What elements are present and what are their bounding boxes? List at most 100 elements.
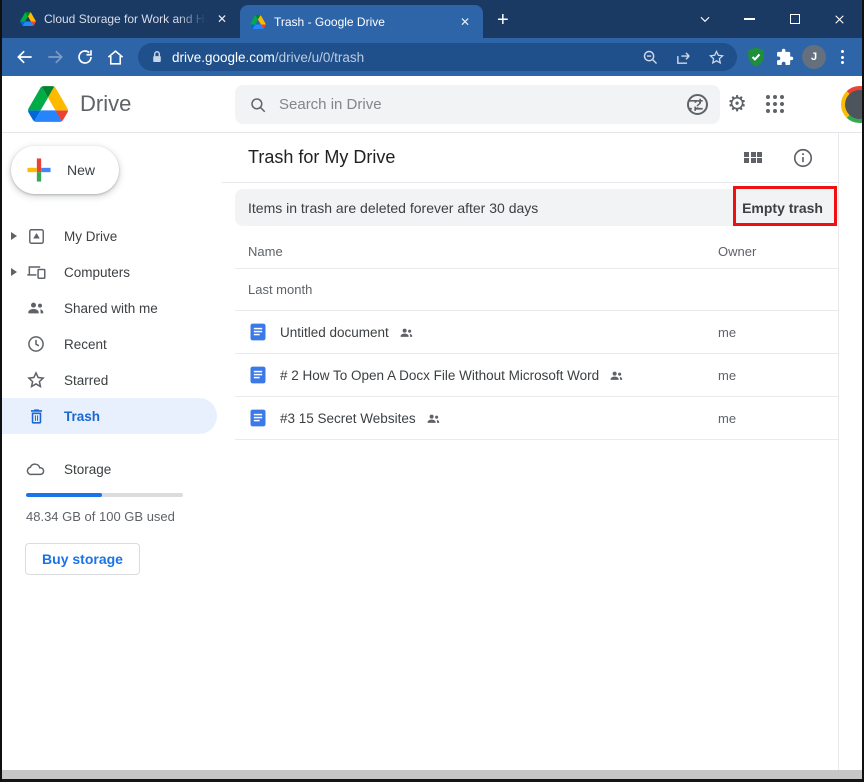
- drive-logo-icon: [28, 86, 68, 122]
- file-name: # 2 How To Open A Docx File Without Micr…: [280, 368, 599, 383]
- new-tab-button[interactable]: +: [497, 10, 509, 30]
- expand-caret-icon[interactable]: [2, 232, 26, 240]
- reload-icon[interactable]: [70, 42, 100, 72]
- sidebar-item-label: Starred: [64, 373, 108, 388]
- my-drive-icon: [26, 226, 46, 246]
- search-icon: [249, 96, 267, 114]
- group-label: Last month: [248, 282, 312, 297]
- sidebar-item-label: Storage: [64, 462, 111, 477]
- sidebar-item-recent[interactable]: Recent: [2, 326, 222, 362]
- tab-bar: Cloud Storage for Work and Hom ✕ Trash -…: [2, 0, 862, 38]
- close-window-button[interactable]: [817, 0, 862, 38]
- tab-trash-google-drive[interactable]: Trash - Google Drive ✕: [240, 5, 483, 38]
- url-domain: drive.google.com: [172, 50, 275, 65]
- address-bar[interactable]: drive.google.com/drive/u/0/trash: [138, 43, 737, 71]
- drive-favicon: [250, 15, 266, 29]
- drive-header: Drive ? ⚙: [2, 76, 862, 133]
- back-icon[interactable]: [10, 42, 40, 72]
- sidebar-item-label: Recent: [64, 337, 107, 352]
- file-owner: me: [718, 411, 736, 426]
- plus-icon: [26, 157, 52, 183]
- storage-usage-text: 48.34 GB of 100 GB used: [26, 509, 222, 524]
- google-apps-icon[interactable]: [766, 95, 784, 113]
- file-owner: me: [718, 325, 736, 340]
- search-bar[interactable]: [235, 85, 720, 124]
- drive-favicon: [20, 12, 36, 26]
- forward-icon[interactable]: [40, 42, 70, 72]
- home-icon[interactable]: [100, 42, 130, 72]
- group-label-row: Last month: [235, 269, 838, 311]
- google-docs-icon: [248, 408, 268, 428]
- page-title: Trash for My Drive: [248, 147, 395, 168]
- table-row[interactable]: # 2 How To Open A Docx File Without Micr…: [235, 354, 838, 397]
- sidebar-item-starred[interactable]: Starred: [2, 362, 222, 398]
- sidebar-item-storage[interactable]: Storage: [2, 451, 222, 487]
- url-path: /drive/u/0/trash: [275, 50, 364, 65]
- storage-progress-bar: [26, 493, 183, 497]
- sidebar-item-label: Computers: [64, 265, 130, 280]
- account-avatar[interactable]: [841, 86, 862, 123]
- file-name: #3 15 Secret Websites: [280, 411, 416, 426]
- drive-logo[interactable]: Drive: [2, 86, 131, 122]
- sidebar-item-shared-with-me[interactable]: Shared with me: [2, 290, 222, 326]
- buy-storage-button[interactable]: Buy storage: [25, 543, 140, 575]
- zoom-icon[interactable]: [642, 49, 659, 66]
- tab-search-chevron-icon[interactable]: [682, 0, 727, 38]
- help-icon[interactable]: ?: [687, 94, 708, 115]
- table-row[interactable]: #3 15 Secret Websites me: [235, 397, 838, 440]
- recent-clock-icon: [26, 334, 46, 354]
- sidebar-item-label: Trash: [64, 409, 100, 424]
- google-docs-icon: [248, 365, 268, 385]
- table-row[interactable]: Untitled document me: [235, 311, 838, 354]
- url-text: drive.google.com/drive/u/0/trash: [172, 50, 364, 65]
- storage-section: Storage 48.34 GB of 100 GB used Buy stor…: [2, 451, 222, 575]
- trash-banner: Items in trash are deleted forever after…: [235, 189, 838, 226]
- file-owner: me: [718, 368, 736, 383]
- sidebar-item-my-drive[interactable]: My Drive: [2, 218, 222, 254]
- sidebar: New My Drive Computers: [2, 133, 222, 770]
- starred-icon: [26, 370, 46, 390]
- trash-icon: [26, 406, 46, 426]
- extensions-puzzle-icon[interactable]: [774, 47, 795, 68]
- computers-icon: [26, 262, 46, 282]
- owner-column-header[interactable]: Owner: [718, 244, 756, 259]
- tab-title: Trash - Google Drive: [274, 15, 449, 29]
- search-input[interactable]: [279, 96, 686, 113]
- shared-people-icon: [399, 325, 414, 340]
- sidebar-item-computers[interactable]: Computers: [2, 254, 222, 290]
- new-button[interactable]: New: [11, 146, 119, 194]
- sidebar-item-trash[interactable]: Trash: [2, 398, 217, 434]
- share-icon[interactable]: [675, 49, 692, 66]
- grid-view-icon[interactable]: [744, 152, 762, 164]
- minimize-button[interactable]: [727, 0, 772, 38]
- tab-close-icon[interactable]: ✕: [457, 14, 473, 30]
- product-name: Drive: [80, 91, 131, 117]
- maximize-button[interactable]: [772, 0, 817, 38]
- bookmark-star-icon[interactable]: [708, 49, 725, 66]
- toolbar-right: J: [745, 45, 854, 69]
- page-title-row: Trash for My Drive: [222, 133, 838, 183]
- browser-window: Cloud Storage for Work and Hom ✕ Trash -…: [0, 0, 864, 782]
- file-name: Untitled document: [280, 325, 389, 340]
- tab-cloud-storage[interactable]: Cloud Storage for Work and Hom ✕: [10, 0, 240, 38]
- tab-close-icon[interactable]: ✕: [214, 11, 230, 27]
- trash-banner-container: Items in trash are deleted forever after…: [235, 189, 838, 226]
- shared-people-icon: [426, 411, 441, 426]
- expand-caret-icon[interactable]: [2, 268, 26, 276]
- scrollbar-gutter[interactable]: [839, 133, 862, 770]
- sidebar-item-label: Shared with me: [64, 301, 158, 316]
- empty-trash-button[interactable]: Empty trash: [742, 200, 823, 216]
- info-icon[interactable]: [792, 147, 814, 169]
- browser-menu-icon[interactable]: [833, 50, 852, 64]
- storage-cloud-icon: [26, 459, 46, 479]
- security-shield-icon[interactable]: [745, 46, 767, 68]
- sidebar-item-label: My Drive: [64, 229, 117, 244]
- storage-progress-fill: [26, 493, 102, 497]
- settings-gear-icon[interactable]: ⚙: [727, 93, 747, 115]
- shared-with-me-icon: [26, 298, 46, 318]
- google-docs-icon: [248, 322, 268, 342]
- app-body: New My Drive Computers: [2, 133, 862, 770]
- browser-profile-avatar[interactable]: J: [802, 45, 826, 69]
- banner-message: Items in trash are deleted forever after…: [248, 200, 538, 216]
- name-column-header[interactable]: Name: [248, 244, 718, 259]
